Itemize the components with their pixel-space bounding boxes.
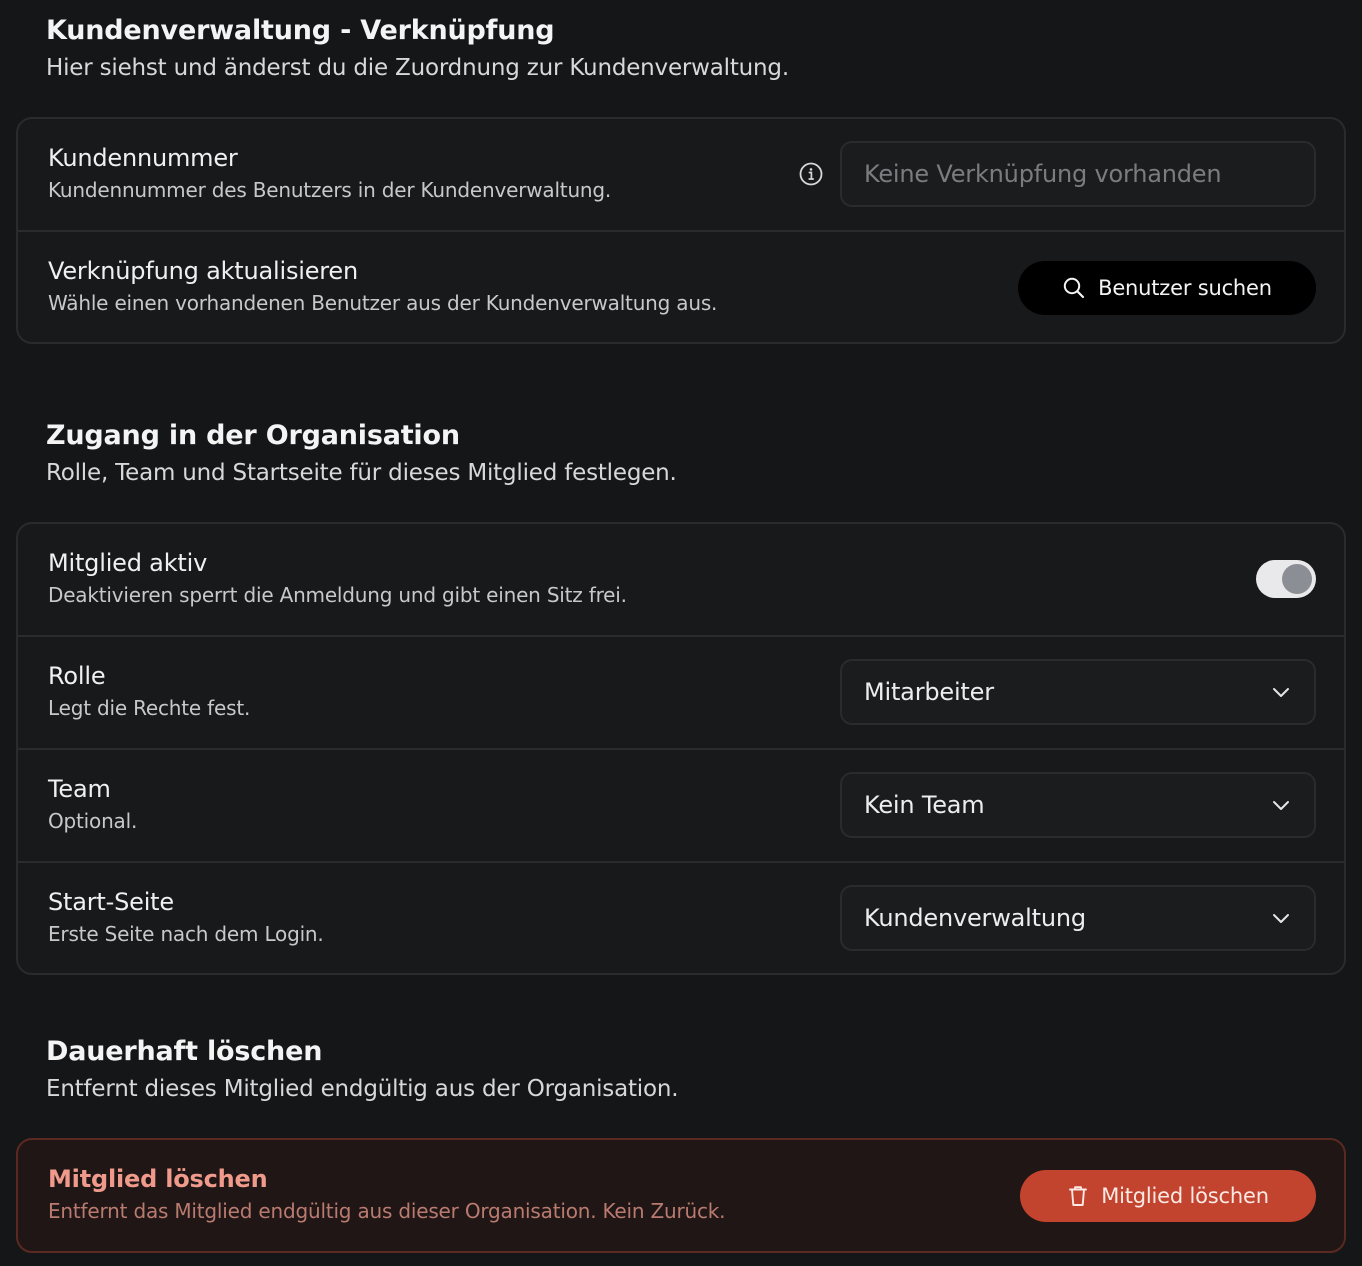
link-section-subtitle: Hier siehst und änderst du die Zuordnung… xyxy=(46,55,789,81)
update-link-description: Wähle einen vorhandenen Benutzer aus der… xyxy=(48,291,718,315)
update-link-text: Verknüpfung aktualisieren Wähle einen vo… xyxy=(48,256,717,316)
team-select[interactable]: Kein Team xyxy=(840,772,1316,838)
role-label: Rolle xyxy=(48,662,106,690)
start-page-selected-value: Kundenverwaltung xyxy=(864,904,1086,932)
trash-icon xyxy=(1069,1186,1088,1206)
delete-member-text: Mitglied löschen Entfernt das Mitglied e… xyxy=(48,1164,726,1224)
search-user-button-label: Benutzer suchen xyxy=(1098,276,1272,300)
member-active-text: Mitglied aktiv Deaktivieren sperrt die A… xyxy=(48,548,627,608)
link-card: Kundennummer Kundennummer des Benutzers … xyxy=(16,117,1346,344)
team-text: Team Optional. xyxy=(48,774,137,834)
role-selected-value: Mitarbeiter xyxy=(864,678,994,706)
delete-section-subtitle: Entfernt dieses Mitglied endgültig aus d… xyxy=(46,1076,679,1102)
delete-card: Mitglied löschen Entfernt das Mitglied e… xyxy=(16,1138,1346,1253)
access-card: Mitglied aktiv Deaktivieren sperrt die A… xyxy=(16,522,1346,975)
role-row: Rolle Legt die Rechte fest. Mitarbeiter xyxy=(18,637,1344,750)
member-active-label: Mitglied aktiv xyxy=(48,549,208,577)
member-active-toggle[interactable] xyxy=(1256,560,1316,598)
start-page-label: Start-Seite xyxy=(48,888,174,916)
team-row: Team Optional. Kein Team xyxy=(18,750,1344,863)
search-user-button[interactable]: Benutzer suchen xyxy=(1018,261,1316,315)
chevron-down-icon xyxy=(1273,914,1289,923)
toggle-knob xyxy=(1282,564,1312,594)
access-section-title: Zugang in der Organisation xyxy=(46,420,460,451)
start-page-text: Start-Seite Erste Seite nach dem Login. xyxy=(48,887,324,947)
access-section-subtitle: Rolle, Team und Startseite für dieses Mi… xyxy=(46,460,677,486)
chevron-down-icon xyxy=(1273,801,1289,810)
delete-section-header: Dauerhaft löschen Entfernt dieses Mitgli… xyxy=(46,1035,679,1106)
start-page-description: Erste Seite nach dem Login. xyxy=(48,922,324,946)
access-section-header: Zugang in der Organisation Rolle, Team u… xyxy=(46,419,677,490)
role-select[interactable]: Mitarbeiter xyxy=(840,659,1316,725)
customer-number-label: Kundennummer xyxy=(48,144,238,172)
customer-number-row: Kundennummer Kundennummer des Benutzers … xyxy=(18,119,1344,232)
delete-member-label: Mitglied löschen xyxy=(48,1165,268,1193)
role-text: Rolle Legt die Rechte fest. xyxy=(48,661,250,721)
customer-number-field[interactable]: Keine Verknüpfung vorhanden xyxy=(840,141,1316,207)
start-page-select[interactable]: Kundenverwaltung xyxy=(840,885,1316,951)
role-description: Legt die Rechte fest. xyxy=(48,696,251,720)
customer-number-placeholder: Keine Verknüpfung vorhanden xyxy=(864,160,1222,188)
customer-number-text: Kundennummer Kundennummer des Benutzers … xyxy=(48,143,611,203)
info-icon[interactable] xyxy=(798,161,824,187)
search-icon xyxy=(1063,277,1085,299)
update-link-row: Verknüpfung aktualisieren Wähle einen vo… xyxy=(18,232,1344,345)
start-page-row: Start-Seite Erste Seite nach dem Login. … xyxy=(18,863,1344,976)
delete-member-button[interactable]: Mitglied löschen xyxy=(1020,1170,1316,1222)
team-selected-value: Kein Team xyxy=(864,791,985,819)
team-description: Optional. xyxy=(48,809,138,833)
member-active-row: Mitglied aktiv Deaktivieren sperrt die A… xyxy=(18,524,1344,637)
customer-number-description: Kundennummer des Benutzers in der Kunden… xyxy=(48,178,612,202)
chevron-down-icon xyxy=(1273,688,1289,697)
delete-section-title: Dauerhaft löschen xyxy=(46,1036,323,1067)
link-section-title: Kundenverwaltung - Verknüpfung xyxy=(46,15,555,46)
link-section-header: Kundenverwaltung - Verknüpfung Hier sieh… xyxy=(46,14,789,85)
team-label: Team xyxy=(48,775,111,803)
member-active-description: Deaktivieren sperrt die Anmeldung und gi… xyxy=(48,583,627,607)
update-link-label: Verknüpfung aktualisieren xyxy=(48,257,359,285)
delete-member-button-label: Mitglied löschen xyxy=(1101,1184,1269,1208)
delete-member-description: Entfernt das Mitglied endgültig aus dies… xyxy=(48,1199,726,1223)
